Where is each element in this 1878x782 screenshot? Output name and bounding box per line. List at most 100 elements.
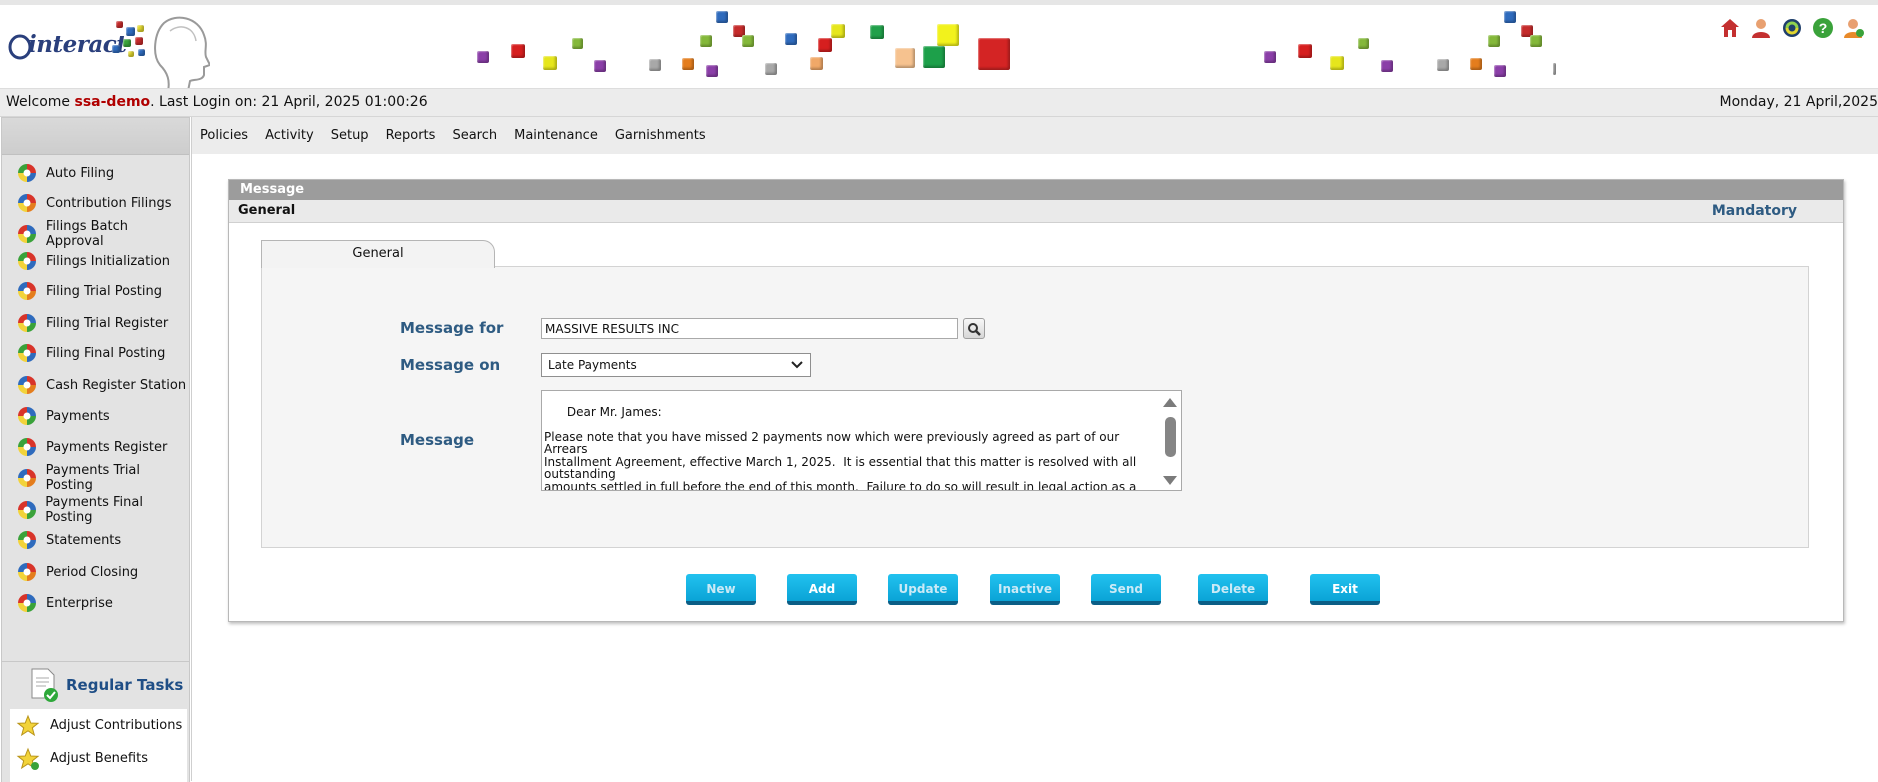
regular-task-adjust-contributions[interactable]: Adjust Contributions [10,709,187,742]
sidebar-item-label: Filing Final Posting [46,345,166,361]
message-on-label: Message on [400,356,501,374]
sidebar-item-contribution-filings[interactable]: Contribution Filings [2,189,189,217]
scroll-thumb[interactable] [1165,417,1176,457]
section-label: General [238,203,296,218]
sidebar-item-label: Enterprise [46,595,113,611]
sidebar-item-label: Cash Register Station [46,377,187,393]
chevron-down-icon [791,361,803,369]
send-button[interactable]: Send [1091,574,1161,605]
panel-subheader: General Mandatory [229,200,1843,223]
regular-task-adjust-benefits[interactable]: Adjust Benefits [10,742,187,775]
sidebar-item-cash-register-station[interactable]: Cash Register Station [2,371,189,399]
regular-task-label: Adjust Contributions [50,718,183,733]
sidebar-item-label: Contribution Filings [46,195,172,211]
message-for-input[interactable]: MASSIVE RESULTS INC [541,318,958,339]
regular-tasks-header[interactable]: Regular Tasks [2,663,189,707]
new-button[interactable]: New [686,574,756,605]
search-icon [968,322,981,336]
sidebar-item-label: Filing Trial Posting [46,283,162,299]
sidebar-item-label: Filings Initialization [46,253,171,269]
ring-icon [16,374,38,396]
flask-icon [16,312,38,334]
puzzle-icon [16,192,38,214]
scroll-down-icon[interactable] [1163,476,1177,485]
menu-garnishments[interactable]: Garnishments [615,128,706,143]
tab-content: Message for MASSIVE RESULTS INC Message … [261,266,1809,548]
regular-tasks-icon [31,668,58,702]
message-on-select[interactable]: Late Payments [541,353,811,377]
regular-tasks-list: Adjust Contributions Adjust Benefits [10,709,187,782]
star-plus-icon [16,747,40,770]
cross-icon [16,592,38,614]
scroll-up-icon[interactable] [1163,398,1177,407]
menu-setup[interactable]: Setup [331,128,369,143]
user-logout-icon[interactable] [1841,15,1866,40]
brand-name: interact [28,31,127,58]
sidebar-item-label: Payments Register [46,439,168,455]
menu-activity[interactable]: Activity [265,128,314,143]
star-icon [16,714,40,736]
swirl-icon [16,561,38,583]
sidebar-item-filing-trial-register[interactable]: Filing Trial Register [2,309,189,337]
star-icon [16,162,38,184]
current-date: Monday, 21 April,2025 [1719,94,1878,110]
interact-logo[interactable]: interact [6,15,210,88]
message-for-label: Message for [400,319,504,337]
spheres-icon [16,529,38,551]
swirl-icon [16,280,38,302]
exit-button[interactable]: Exit [1310,574,1380,605]
sidebar-item-auto-filing[interactable]: Auto Filing [2,159,189,187]
sidebar-item-filings-batch-approval[interactable]: Filings Batch Approval [2,219,189,249]
help-icon[interactable]: ? [1810,15,1835,40]
menu-maintenance[interactable]: Maintenance [514,128,598,143]
sidebar-item-filing-trial-posting[interactable]: Filing Trial Posting [2,277,189,305]
regular-task-label: Adjust Benefits [50,751,148,766]
globe-icon [16,223,38,245]
sidebar-item-statements[interactable]: Statements [2,526,189,554]
sidebar-item-period-closing[interactable]: Period Closing [2,558,189,586]
app-header: interact ? [0,5,1878,89]
textarea-scrollbar[interactable] [1161,393,1179,488]
refresh-icon[interactable] [1779,15,1804,40]
message-text: Dear Mr. James: Please note that you hav… [544,404,1137,491]
sidebar-divider [2,661,189,662]
sidebar-item-filing-final-posting[interactable]: Filing Final Posting [2,339,189,367]
tab-general[interactable]: General [261,240,495,268]
lookup-button[interactable] [963,318,985,339]
sidebar-item-label: Payments Trial Posting [45,463,141,493]
sidebar-item-payments[interactable]: Payments [2,402,189,430]
sidebar-item-label: Payments [46,408,110,424]
user-admin-icon[interactable] [1748,15,1773,40]
delete-button[interactable]: Delete [1198,574,1268,605]
sidebar-item-label: Period Closing [46,564,139,580]
main-menu: Policies Activity Setup Reports Search M… [192,117,1878,154]
sidebar-item-payments-final-posting[interactable]: Payments Final Posting [2,495,189,525]
message-panel: Message General Mandatory General Messag… [228,179,1844,622]
sidebar-item-payments-register[interactable]: Payments Register [2,433,189,461]
sidebar: Auto Filing Contribution Filings Filings B… [1,117,190,782]
header-icons: ? [1717,15,1866,40]
sidebar-item-filings-initialization[interactable]: Filings Initialization [2,247,189,275]
menu-policies[interactable]: Policies [200,128,248,143]
sidebar-item-label: Auto Filing [46,165,115,181]
svg-text:?: ? [1818,20,1827,36]
home-icon[interactable] [1717,15,1742,40]
update-button[interactable]: Update [888,574,958,605]
welcome-bar: Welcome ssa-demo. Last Login on: 21 Apri… [0,89,1878,117]
sidebar-item-label: Payments Final Posting [45,495,143,525]
sidebar-item-enterprise[interactable]: Enterprise [2,589,189,617]
panel-title: Message [229,180,1843,200]
add-button[interactable]: Add [787,574,857,605]
regular-tasks-label: Regular Tasks [66,676,184,694]
menu-search[interactable]: Search [452,128,497,143]
sidebar-header [2,118,189,155]
message-textarea[interactable]: Dear Mr. James: Please note that you hav… [541,390,1182,491]
pinwheel-icon [16,342,38,364]
menu-reports[interactable]: Reports [386,128,436,143]
welcome-text: Welcome ssa-demo. Last Login on: 21 Apri… [6,94,428,110]
inactive-button[interactable]: Inactive [990,574,1060,605]
balls-icon [16,405,38,427]
sidebar-item-payments-trial-posting[interactable]: Payments Trial Posting [2,463,189,493]
last-login: . Last Login on: 21 April, 2025 01:00:26 [150,94,428,110]
message-on-value: Late Payments [548,358,637,372]
